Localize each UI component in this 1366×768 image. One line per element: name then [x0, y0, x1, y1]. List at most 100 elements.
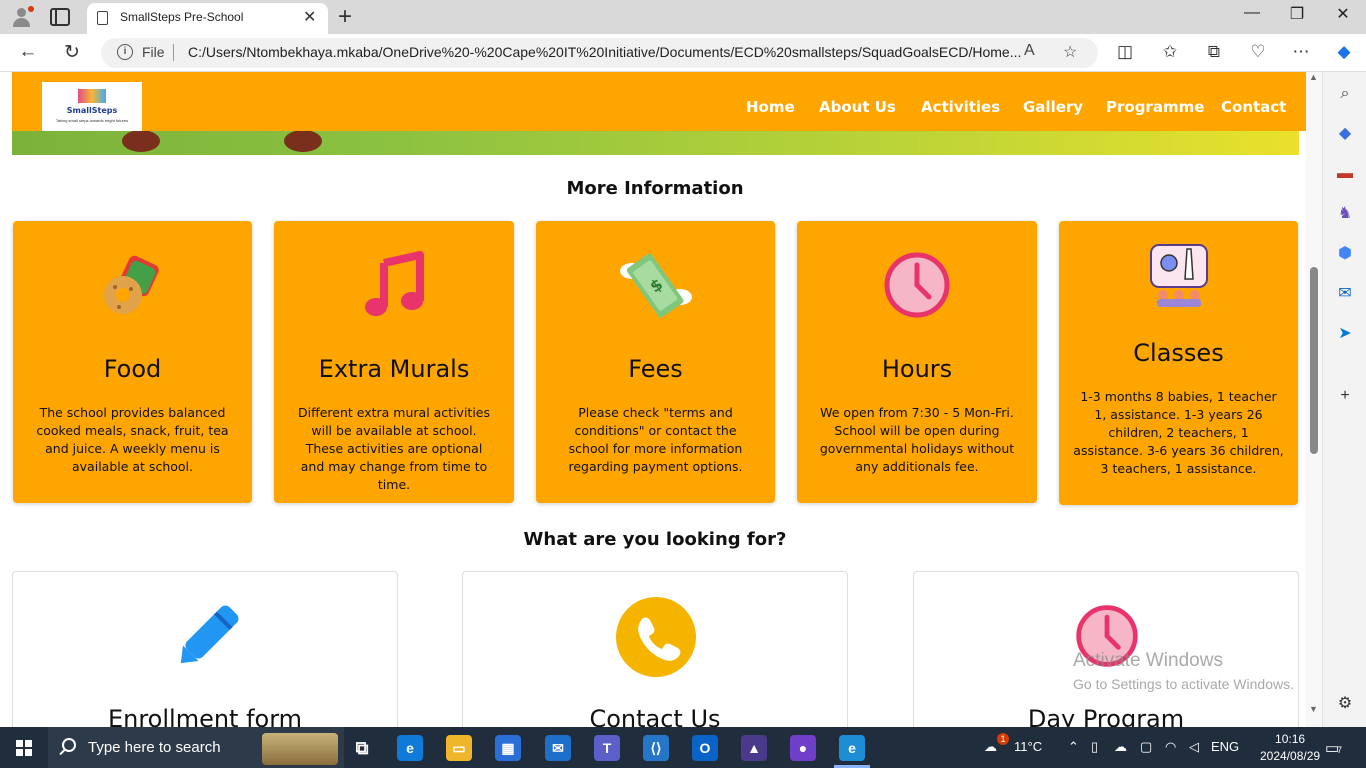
close-window-button[interactable]: ✕: [1328, 4, 1358, 24]
profile-icon[interactable]: [10, 6, 34, 28]
nav-link-home[interactable]: Home: [746, 98, 795, 116]
microsoft-store-icon[interactable]: ▦: [495, 735, 521, 761]
logo-graphic: [78, 89, 106, 103]
edge-active-icon[interactable]: e: [839, 735, 865, 761]
edge-taskbar-icon[interactable]: e: [397, 735, 423, 761]
address-scheme: File: [142, 44, 165, 60]
favorite-star-icon[interactable]: ☆: [1063, 42, 1077, 62]
tools-icon[interactable]: ▬: [1335, 164, 1355, 184]
card-title: Contact Us: [589, 705, 721, 727]
browser-tab[interactable]: SmallSteps Pre-School ✕: [87, 3, 328, 34]
outlook-icon[interactable]: ✉: [1335, 284, 1355, 304]
logo-name: SmallSteps: [66, 106, 118, 115]
search-icon: [62, 738, 76, 752]
edge-sidebar: ⌕ ◆ ▬ ♞ ⬢ ✉ ➤ + ⚙: [1322, 72, 1366, 727]
games-icon[interactable]: ♞: [1335, 204, 1355, 224]
settings-gear-icon[interactable]: ⚙: [1335, 694, 1355, 714]
more-menu-icon[interactable]: ⋯: [1290, 42, 1312, 62]
file-explorer-icon[interactable]: ▭: [446, 735, 472, 761]
close-tab-button[interactable]: ✕: [303, 7, 316, 27]
new-tab-button[interactable]: +: [338, 3, 352, 31]
send-icon[interactable]: ➤: [1335, 324, 1355, 344]
nav-link-contact[interactable]: Contact: [1221, 98, 1286, 116]
nav-link-gallery[interactable]: Gallery: [1023, 98, 1083, 116]
volume-icon[interactable]: ◁: [1189, 739, 1199, 755]
activate-windows-title: Activate Windows: [1073, 650, 1223, 671]
contact-us-card[interactable]: Contact Us: [462, 571, 848, 727]
money-with-wings-icon: $: [619, 253, 692, 318]
enrollment-form-card[interactable]: Enrollment form: [12, 571, 398, 727]
logo-tagline: Taking small steps towards bright future…: [55, 118, 129, 123]
card-title: Hours: [881, 355, 953, 383]
github-desktop-icon[interactable]: ●: [790, 735, 816, 761]
info-card-classes: Classes 1-3 months 8 babies, 1 teacher 1…: [1059, 221, 1298, 505]
weather-icon[interactable]: ☁: [984, 739, 997, 755]
vscode-icon[interactable]: ⟨⟩: [643, 735, 669, 761]
site-logo[interactable]: SmallSteps Taking small steps towards br…: [42, 82, 142, 131]
back-icon[interactable]: ←: [16, 41, 40, 63]
info-card-hours: Hours We open from 7:30 - 5 Mon-Fri. Sch…: [797, 221, 1037, 503]
page-scrollbar[interactable]: ▲ ▼: [1306, 72, 1322, 727]
card-title: Enrollment form: [107, 705, 303, 727]
wifi-icon[interactable]: ◠: [1165, 739, 1176, 755]
day-program-card[interactable]: Day Program: [913, 571, 1299, 727]
looking-for-heading: What are you looking for?: [523, 529, 787, 550]
teams-icon[interactable]: T: [594, 735, 620, 761]
shopping-tag-icon[interactable]: ◆: [1335, 124, 1355, 144]
music-note-icon: [365, 251, 424, 316]
address-bar[interactable]: i File C:/Users/Ntombekhaya.mkaba/OneDri…: [101, 38, 1098, 68]
notification-count: 7: [1337, 745, 1343, 755]
nav-link-activities[interactable]: Activities: [921, 98, 1000, 116]
browser-essentials-icon[interactable]: ♡: [1247, 42, 1269, 62]
minimize-button[interactable]: —: [1237, 4, 1267, 22]
windows-start-icon[interactable]: [16, 740, 32, 756]
address-separator: [173, 44, 174, 61]
microsoft365-icon[interactable]: ⬢: [1335, 244, 1355, 264]
activate-windows-subtitle: Go to Settings to activate Windows.: [1073, 676, 1294, 692]
search-highlight-image: [262, 733, 338, 765]
task-view-icon[interactable]: ⧉: [349, 735, 375, 761]
taskbar-search-box[interactable]: Type here to search: [48, 727, 344, 768]
photos-icon[interactable]: ▲: [741, 735, 767, 761]
refresh-icon[interactable]: ↻: [60, 41, 84, 64]
phone-icon: [616, 597, 696, 677]
onedrive-icon[interactable]: ☁: [1114, 739, 1127, 755]
info-card-extra-murals: Extra Murals Different extra mural activ…: [274, 221, 514, 503]
pencil-icon: [180, 605, 239, 664]
hero-image-strip: [12, 130, 1299, 155]
mail-icon[interactable]: ✉: [545, 735, 571, 761]
food-icon: [103, 255, 159, 314]
copilot-icon[interactable]: ◆: [1333, 42, 1355, 62]
nav-link-about-us[interactable]: About Us: [819, 98, 896, 116]
tab-actions-icon[interactable]: [50, 8, 70, 26]
collections-icon[interactable]: ⧉: [1203, 42, 1225, 62]
url-text[interactable]: C:/Users/Ntombekhaya.mkaba/OneDrive%20-%…: [188, 44, 1021, 60]
taskbar-clock[interactable]: 10:16 2024/08/29: [1260, 731, 1320, 765]
favorites-icon[interactable]: ✩: [1159, 42, 1181, 62]
scrollbar-thumb[interactable]: [1310, 267, 1318, 454]
read-aloud-icon[interactable]: A: [1024, 42, 1035, 60]
more-information-heading: More Information: [566, 178, 744, 199]
search-icon[interactable]: ⌕: [1335, 84, 1355, 104]
battery-icon[interactable]: ▯: [1091, 739, 1098, 755]
card-description: Please check "terms and conditions" or c…: [568, 405, 743, 474]
temperature[interactable]: 11°C: [1014, 739, 1042, 754]
card-description: Different extra mural activities will be…: [298, 405, 490, 492]
outlook-taskbar-icon[interactable]: O: [692, 735, 718, 761]
show-hidden-icons-icon[interactable]: ⌃: [1068, 739, 1079, 755]
input-language[interactable]: ENG: [1211, 739, 1239, 754]
clock-icon: [884, 252, 950, 318]
scroll-down-icon[interactable]: ▼: [1309, 704, 1318, 714]
restore-button[interactable]: ❐: [1282, 4, 1312, 24]
hero-flower-shape: [284, 130, 322, 152]
scroll-up-icon[interactable]: ▲: [1309, 72, 1318, 82]
page-viewport: SmallSteps Taking small steps towards br…: [0, 72, 1306, 727]
info-icon[interactable]: i: [117, 44, 133, 60]
clock-time: 10:16: [1275, 732, 1306, 746]
nav-link-programme[interactable]: Programme: [1106, 98, 1204, 116]
page-icon: [97, 11, 108, 25]
display-icon[interactable]: ▢: [1140, 739, 1152, 755]
address-toolbar: ← ↻ i File C:/Users/Ntombekhaya.mkaba/On…: [0, 34, 1366, 72]
split-screen-icon[interactable]: ◫: [1114, 42, 1136, 62]
add-sidebar-icon[interactable]: +: [1335, 386, 1355, 406]
